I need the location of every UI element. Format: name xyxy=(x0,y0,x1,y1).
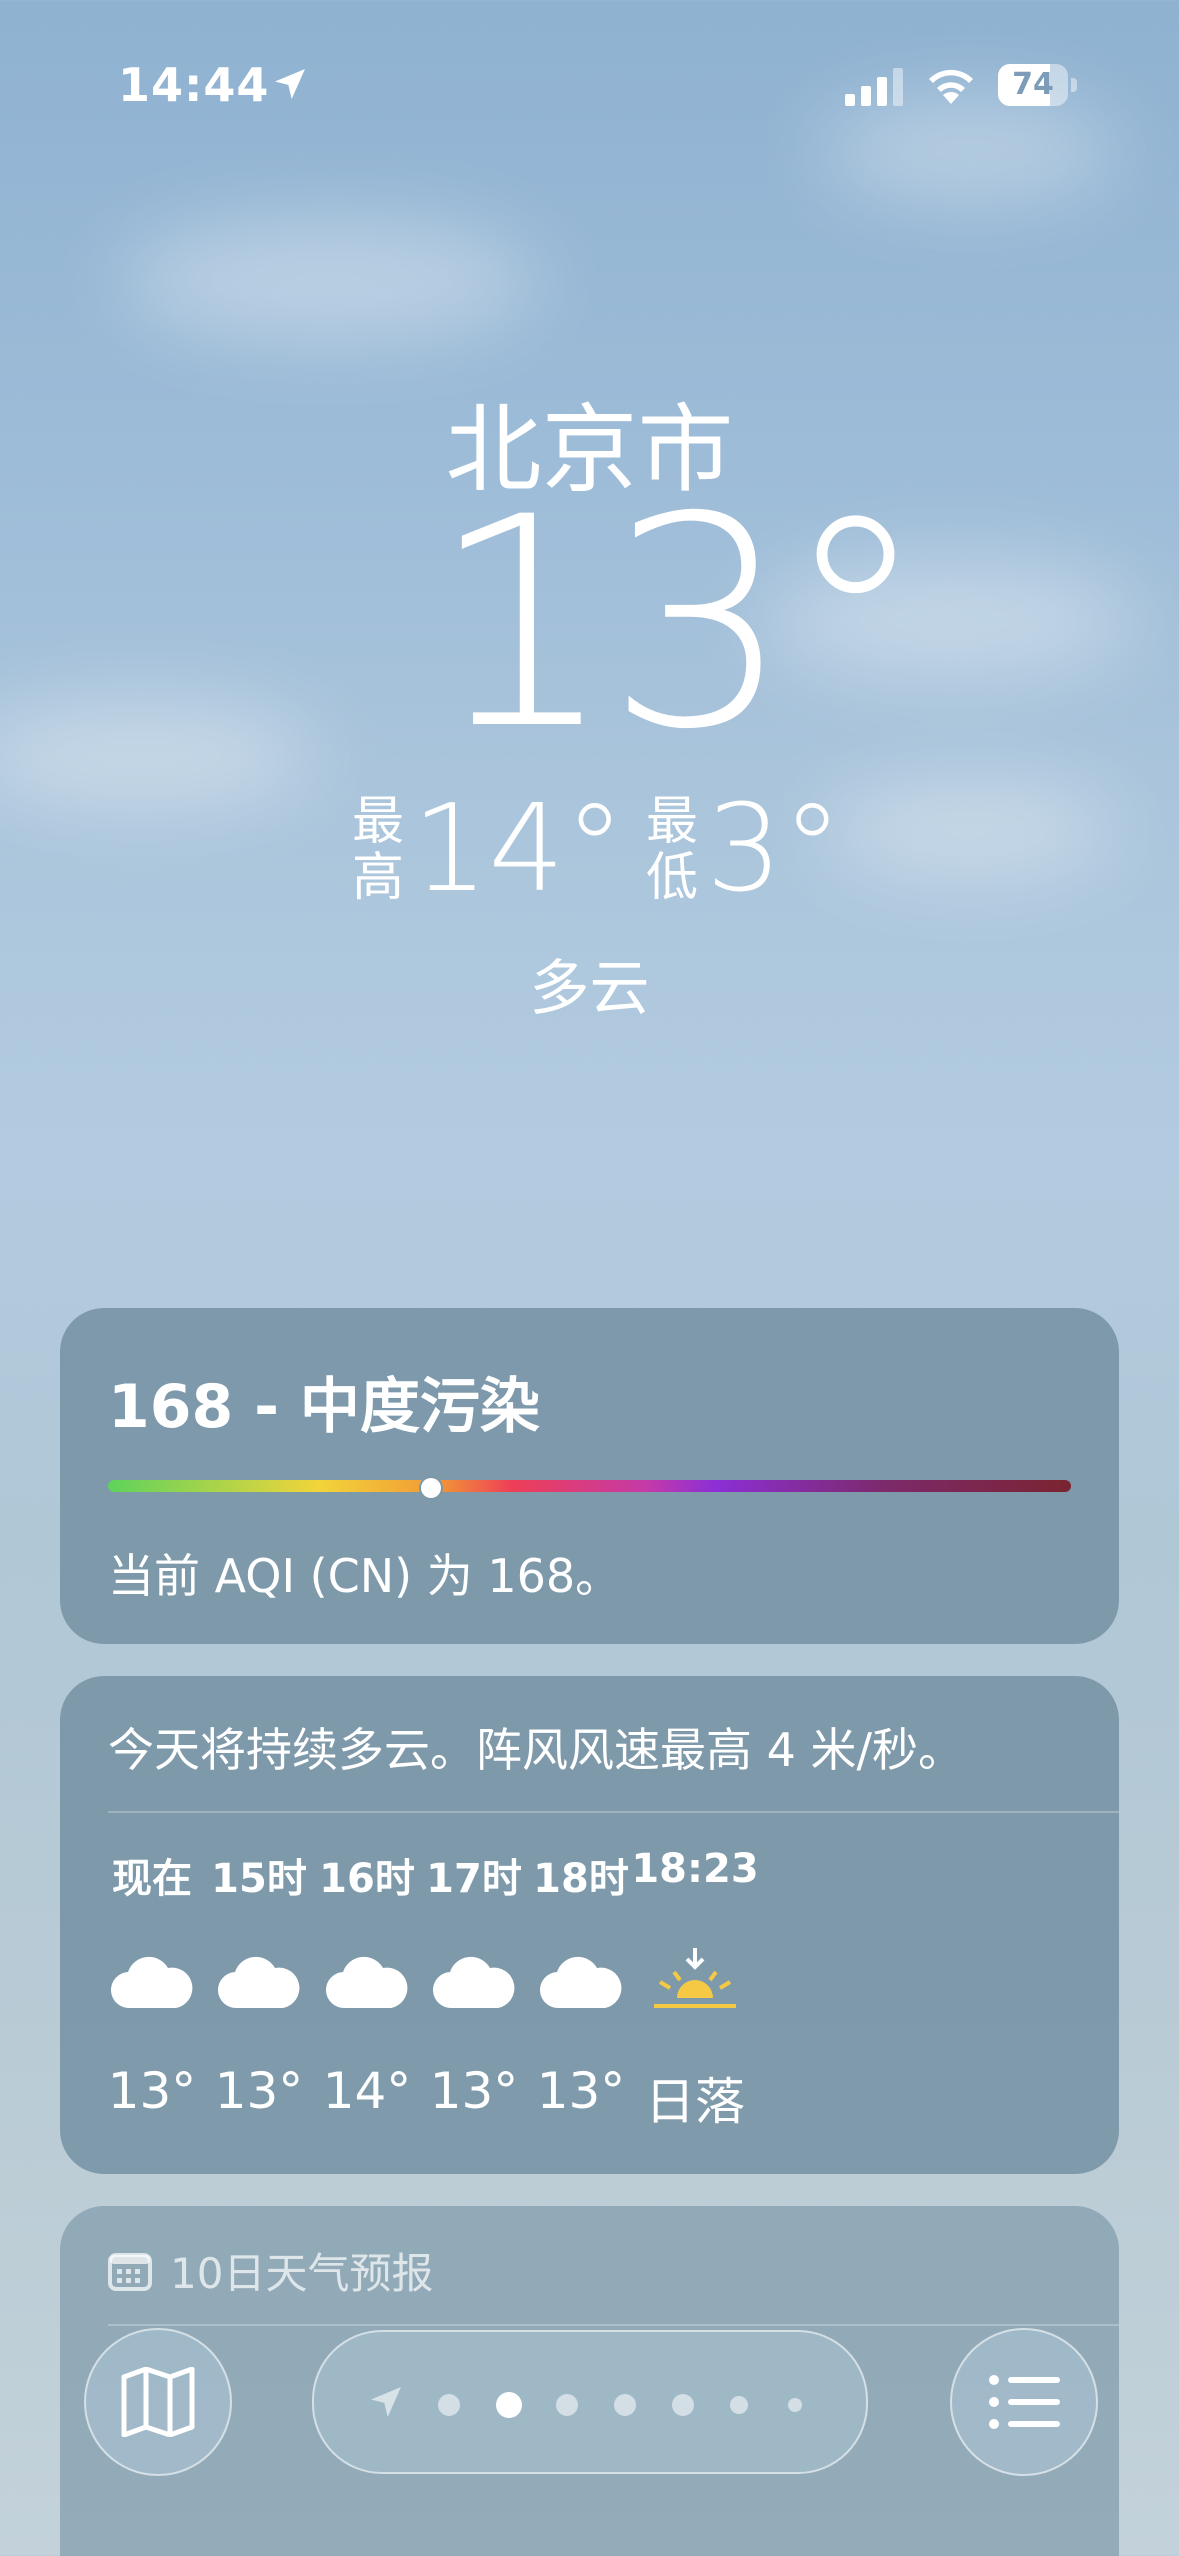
aqi-indicator xyxy=(418,1476,443,1500)
high-temperature: 14° xyxy=(412,780,625,919)
list-icon xyxy=(989,2375,1060,2429)
calendar-icon xyxy=(108,2252,152,2291)
hour-temp: 日落 xyxy=(645,2073,745,2131)
page-dot[interactable] xyxy=(730,2396,748,2414)
map-icon xyxy=(121,2367,195,2437)
ten-day-header: 10日天气预报 xyxy=(108,2240,433,2301)
page-dot[interactable] xyxy=(438,2394,460,2416)
cloud-background xyxy=(820,780,1120,880)
wifi-icon xyxy=(929,69,973,104)
low-temperature: 3° xyxy=(706,780,843,919)
weather-condition: 多云 xyxy=(529,954,650,1024)
aqi-description: 当前 AQI (CN) 为 168。 xyxy=(108,1549,622,1603)
low-temperature-group: 最低 3° xyxy=(644,790,842,910)
hour-time: 18:23 xyxy=(631,1846,759,1892)
city-list-button[interactable] xyxy=(950,2328,1098,2476)
sunset-icon xyxy=(654,1948,736,2008)
aqi-title: 168 - 中度污染 xyxy=(108,1372,540,1442)
divider xyxy=(108,1811,1119,1813)
page-dot[interactable] xyxy=(788,2398,802,2412)
location-arrow-icon[interactable] xyxy=(366,2382,406,2422)
cloud-background xyxy=(0,700,320,810)
low-label: 最低 xyxy=(645,792,698,908)
status-time: 14:44 xyxy=(118,58,270,112)
page-dot[interactable] xyxy=(614,2394,636,2416)
aqi-card[interactable]: 168 - 中度污染 当前 AQI (CN) 为 168。 xyxy=(60,1308,1119,1644)
battery-level: 74 xyxy=(1012,67,1054,102)
hour-icon xyxy=(610,1906,780,2056)
map-button[interactable] xyxy=(84,2328,232,2476)
battery-indicator: 74 xyxy=(998,64,1078,106)
hourly-forecast-card[interactable]: 今天将持续多云。阵风风速最高 4 米/秒。 现在 13° 15时 13° 16时 14° 1… xyxy=(60,1676,1119,2174)
cloud-background xyxy=(820,100,1120,200)
page-indicator[interactable] xyxy=(312,2330,868,2474)
cloud-background xyxy=(120,220,540,340)
forecast-summary: 今天将持续多云。阵风风速最高 4 米/秒。 xyxy=(108,1723,965,1777)
page-dot-active[interactable] xyxy=(496,2392,522,2418)
page-dot[interactable] xyxy=(556,2394,578,2416)
hourly-item: 18:23 日落 xyxy=(610,1846,780,2134)
location-arrow-icon xyxy=(275,69,305,99)
high-label: 最高 xyxy=(351,792,404,908)
current-temperature: 13° xyxy=(430,456,928,793)
divider xyxy=(108,2324,1119,2326)
high-temperature-group: 最高 14° xyxy=(350,790,625,910)
page-dot[interactable] xyxy=(672,2394,694,2416)
ten-day-title: 10日天气预报 xyxy=(170,2249,434,2298)
cellular-signal-icon xyxy=(845,68,903,106)
aqi-scale-bar xyxy=(108,1476,1071,1500)
